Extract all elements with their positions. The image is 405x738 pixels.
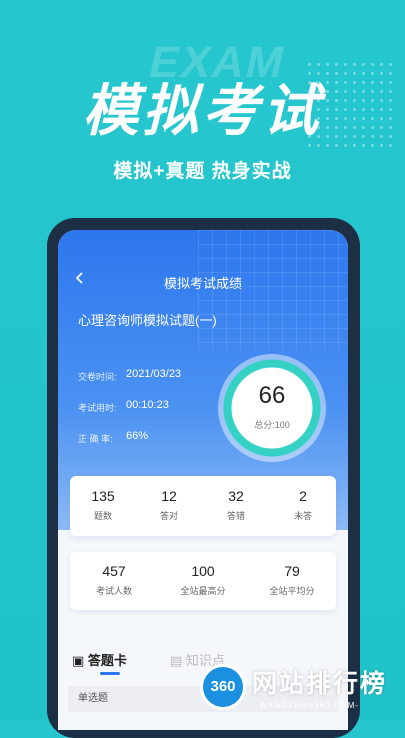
highest-score-label: 全站最高分 <box>180 586 226 596</box>
answer-stats-card: 135 题数 12 答对 32 答错 2 未答 <box>70 476 336 536</box>
ranking-average: 79 全站平均分 <box>248 563 336 597</box>
exam-name: 心理咨询师模拟试题(一) <box>78 313 217 328</box>
stat-total: 135 题数 <box>70 488 136 522</box>
stat-wrong-value: 32 <box>228 488 244 504</box>
knowledge-icon: ▤ <box>170 653 183 668</box>
duration-label: 考试用时: <box>78 403 117 413</box>
average-score-label: 全站平均分 <box>269 586 315 596</box>
participants-value: 457 <box>102 563 126 579</box>
active-tab-indicator <box>100 672 120 675</box>
ranking-participants: 457 考试人数 <box>70 563 158 597</box>
stat-total-value: 135 <box>91 488 115 504</box>
score-value: 66 <box>258 382 286 409</box>
ranking-highest: 100 全站最高分 <box>159 563 247 597</box>
duration-value: 00:10:23 <box>126 399 169 411</box>
stat-correct-value: 12 <box>161 488 177 504</box>
stat-correct: 12 答对 <box>136 488 202 522</box>
stat-wrong: 32 答错 <box>203 488 269 522</box>
stat-correct-label: 答对 <box>159 511 178 521</box>
participants-label: 考试人数 <box>95 586 132 596</box>
ranking-card: 457 考试人数 100 全站最高分 79 全站平均分 <box>70 552 336 610</box>
tab-answer-card-label: 答题卡 <box>87 653 127 668</box>
watermark-text: 网站排行榜 <box>252 670 388 698</box>
watermark-sub: -WANGZHAN360.COM- <box>256 701 359 710</box>
accuracy-label: 正 确 率: <box>78 434 113 444</box>
stat-total-label: 题数 <box>93 511 112 521</box>
average-score-value: 79 <box>284 563 300 579</box>
score-ring: 66 总分:100 <box>218 354 326 462</box>
submit-time-value: 2021/03/23 <box>126 368 182 380</box>
answer-card-icon: ▣ <box>72 653 85 668</box>
stat-unanswered-label: 未答 <box>293 511 312 521</box>
promo-subtitle: 模拟+真题 热身实战 <box>113 161 292 182</box>
watermark-badge: 360 <box>200 664 246 710</box>
submit-time-label: 交卷时间: <box>78 372 117 382</box>
accuracy-value: 66% <box>126 430 149 442</box>
highest-score-value: 100 <box>191 563 215 579</box>
stat-unanswered-value: 2 <box>299 488 307 504</box>
score-total: 总分:100 <box>254 420 290 430</box>
promo-title: 模拟考试 <box>82 79 323 142</box>
stat-wrong-label: 答错 <box>226 511 245 521</box>
tab-answer-card[interactable]: ▣ 答题卡 <box>72 650 127 669</box>
page-title: 模拟考试成绩 <box>163 276 242 291</box>
stat-unanswered: 2 未答 <box>270 488 336 522</box>
watermark: 360 网站排行榜 -WANGZHAN360.COM- <box>196 654 405 720</box>
